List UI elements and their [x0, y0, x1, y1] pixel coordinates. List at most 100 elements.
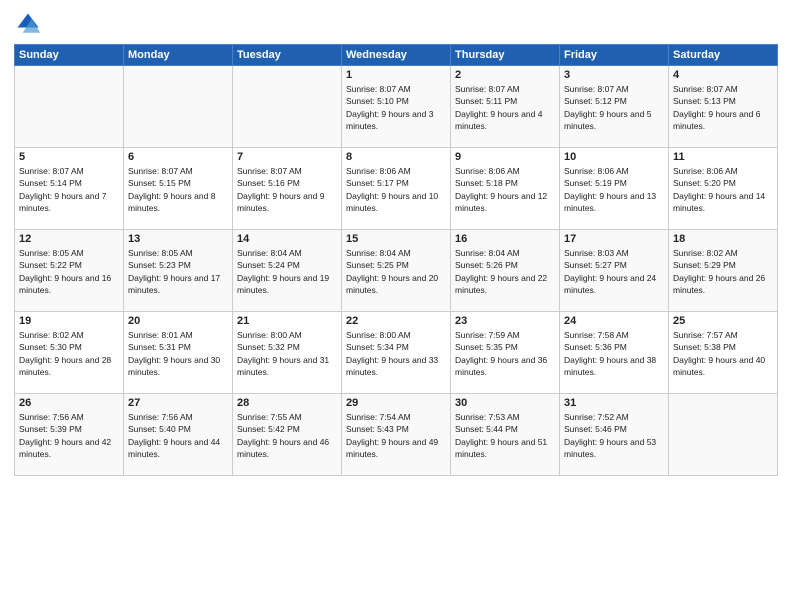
- day-info: Sunrise: 7:57 AMSunset: 5:38 PMDaylight:…: [673, 329, 773, 378]
- day-info: Sunrise: 7:54 AMSunset: 5:43 PMDaylight:…: [346, 411, 446, 460]
- calendar-cell: 24 Sunrise: 7:58 AMSunset: 5:36 PMDayligh…: [560, 312, 669, 394]
- day-number: 24: [564, 315, 664, 327]
- day-number: 26: [19, 397, 119, 409]
- calendar-cell: 16 Sunrise: 8:04 AMSunset: 5:26 PMDayligh…: [451, 230, 560, 312]
- calendar-cell: [15, 66, 124, 148]
- day-info: Sunrise: 8:07 AMSunset: 5:12 PMDaylight:…: [564, 83, 664, 132]
- calendar-cell: 31 Sunrise: 7:52 AMSunset: 5:46 PMDayligh…: [560, 394, 669, 476]
- day-number: 2: [455, 69, 555, 81]
- day-info: Sunrise: 8:02 AMSunset: 5:30 PMDaylight:…: [19, 329, 119, 378]
- weekday-header-tuesday: Tuesday: [233, 45, 342, 66]
- calendar-cell: 19Sunrise: 8:02 AMSunset: 5:30 PMDayligh…: [15, 312, 124, 394]
- day-info: Sunrise: 7:56 AMSunset: 5:40 PMDaylight:…: [128, 411, 228, 460]
- day-info: Sunrise: 8:07 AMSunset: 5:15 PMDaylight:…: [128, 165, 228, 214]
- weekday-row: SundayMondayTuesdayWednesdayThursdayFrid…: [15, 45, 778, 66]
- page: SundayMondayTuesdayWednesdayThursdayFrid…: [0, 0, 792, 612]
- calendar-cell: 4 Sunrise: 8:07 AMSunset: 5:13 PMDaylight…: [669, 66, 778, 148]
- calendar-week-4: 19Sunrise: 8:02 AMSunset: 5:30 PMDayligh…: [15, 312, 778, 394]
- weekday-header-wednesday: Wednesday: [342, 45, 451, 66]
- day-number: 11: [673, 151, 773, 163]
- calendar-cell: 11Sunrise: 8:06 AMSunset: 5:20 PMDayligh…: [669, 148, 778, 230]
- day-info: Sunrise: 8:00 AMSunset: 5:34 PMDaylight:…: [346, 329, 446, 378]
- day-number: 31: [564, 397, 664, 409]
- calendar-cell: 1 Sunrise: 8:07 AMSunset: 5:10 PMDaylight…: [342, 66, 451, 148]
- calendar-cell: 12Sunrise: 8:05 AMSunset: 5:22 PMDayligh…: [15, 230, 124, 312]
- day-number: 8: [346, 151, 446, 163]
- day-info: Sunrise: 8:07 AMSunset: 5:16 PMDaylight:…: [237, 165, 337, 214]
- day-info: Sunrise: 7:56 AMSunset: 5:39 PMDaylight:…: [19, 411, 119, 460]
- weekday-header-sunday: Sunday: [15, 45, 124, 66]
- day-info: Sunrise: 8:03 AMSunset: 5:27 PMDaylight:…: [564, 247, 664, 296]
- day-info: Sunrise: 8:04 AMSunset: 5:24 PMDaylight:…: [237, 247, 337, 296]
- calendar-cell: 14 Sunrise: 8:04 AMSunset: 5:24 PMDayligh…: [233, 230, 342, 312]
- header: [14, 10, 778, 38]
- day-info: Sunrise: 7:55 AMSunset: 5:42 PMDaylight:…: [237, 411, 337, 460]
- day-info: Sunrise: 8:06 AMSunset: 5:18 PMDaylight:…: [455, 165, 555, 214]
- calendar-cell: 2 Sunrise: 8:07 AMSunset: 5:11 PMDaylight…: [451, 66, 560, 148]
- calendar-cell: 3Sunrise: 8:07 AMSunset: 5:12 PMDaylight…: [560, 66, 669, 148]
- day-info: Sunrise: 7:53 AMSunset: 5:44 PMDaylight:…: [455, 411, 555, 460]
- calendar-cell: 27Sunrise: 7:56 AMSunset: 5:40 PMDayligh…: [124, 394, 233, 476]
- calendar-table: SundayMondayTuesdayWednesdayThursdayFrid…: [14, 44, 778, 476]
- calendar-cell: 20 Sunrise: 8:01 AMSunset: 5:31 PMDayligh…: [124, 312, 233, 394]
- day-number: 4: [673, 69, 773, 81]
- calendar-week-3: 12Sunrise: 8:05 AMSunset: 5:22 PMDayligh…: [15, 230, 778, 312]
- day-number: 25: [673, 315, 773, 327]
- calendar-cell: 23 Sunrise: 7:59 AMSunset: 5:35 PMDayligh…: [451, 312, 560, 394]
- day-number: 7: [237, 151, 337, 163]
- calendar-week-5: 26 Sunrise: 7:56 AMSunset: 5:39 PMDayligh…: [15, 394, 778, 476]
- calendar-cell: 10 Sunrise: 8:06 AMSunset: 5:19 PMDayligh…: [560, 148, 669, 230]
- day-info: Sunrise: 7:58 AMSunset: 5:36 PMDaylight:…: [564, 329, 664, 378]
- day-info: Sunrise: 8:00 AMSunset: 5:32 PMDaylight:…: [237, 329, 337, 378]
- calendar-cell: 13 Sunrise: 8:05 AMSunset: 5:23 PMDayligh…: [124, 230, 233, 312]
- day-info: Sunrise: 8:06 AMSunset: 5:17 PMDaylight:…: [346, 165, 446, 214]
- calendar-cell: 6 Sunrise: 8:07 AMSunset: 5:15 PMDaylight…: [124, 148, 233, 230]
- day-info: Sunrise: 8:01 AMSunset: 5:31 PMDaylight:…: [128, 329, 228, 378]
- day-number: 15: [346, 233, 446, 245]
- calendar-cell: [233, 66, 342, 148]
- day-info: Sunrise: 8:04 AMSunset: 5:25 PMDaylight:…: [346, 247, 446, 296]
- day-number: 21: [237, 315, 337, 327]
- day-info: Sunrise: 8:06 AMSunset: 5:19 PMDaylight:…: [564, 165, 664, 214]
- calendar-cell: [669, 394, 778, 476]
- day-info: Sunrise: 8:07 AMSunset: 5:10 PMDaylight:…: [346, 83, 446, 132]
- day-number: 30: [455, 397, 555, 409]
- calendar-cell: 9 Sunrise: 8:06 AMSunset: 5:18 PMDaylight…: [451, 148, 560, 230]
- calendar-cell: 17 Sunrise: 8:03 AMSunset: 5:27 PMDayligh…: [560, 230, 669, 312]
- weekday-header-thursday: Thursday: [451, 45, 560, 66]
- calendar-cell: 29 Sunrise: 7:54 AMSunset: 5:43 PMDayligh…: [342, 394, 451, 476]
- day-info: Sunrise: 7:52 AMSunset: 5:46 PMDaylight:…: [564, 411, 664, 460]
- day-number: 9: [455, 151, 555, 163]
- day-number: 13: [128, 233, 228, 245]
- day-number: 28: [237, 397, 337, 409]
- day-number: 14: [237, 233, 337, 245]
- day-number: 18: [673, 233, 773, 245]
- weekday-header-friday: Friday: [560, 45, 669, 66]
- calendar-cell: [124, 66, 233, 148]
- day-number: 6: [128, 151, 228, 163]
- day-number: 1: [346, 69, 446, 81]
- calendar-cell: 26 Sunrise: 7:56 AMSunset: 5:39 PMDayligh…: [15, 394, 124, 476]
- calendar-cell: 15 Sunrise: 8:04 AMSunset: 5:25 PMDayligh…: [342, 230, 451, 312]
- day-info: Sunrise: 8:07 AMSunset: 5:14 PMDaylight:…: [19, 165, 119, 214]
- day-info: Sunrise: 8:04 AMSunset: 5:26 PMDaylight:…: [455, 247, 555, 296]
- calendar-cell: 25 Sunrise: 7:57 AMSunset: 5:38 PMDayligh…: [669, 312, 778, 394]
- weekday-header-monday: Monday: [124, 45, 233, 66]
- logo: [14, 10, 46, 38]
- day-info: Sunrise: 8:07 AMSunset: 5:13 PMDaylight:…: [673, 83, 773, 132]
- day-number: 23: [455, 315, 555, 327]
- day-number: 12: [19, 233, 119, 245]
- day-number: 16: [455, 233, 555, 245]
- day-number: 17: [564, 233, 664, 245]
- day-info: Sunrise: 8:07 AMSunset: 5:11 PMDaylight:…: [455, 83, 555, 132]
- calendar-week-2: 5Sunrise: 8:07 AMSunset: 5:14 PMDaylight…: [15, 148, 778, 230]
- day-number: 20: [128, 315, 228, 327]
- calendar-cell: 8 Sunrise: 8:06 AMSunset: 5:17 PMDaylight…: [342, 148, 451, 230]
- day-number: 10: [564, 151, 664, 163]
- day-info: Sunrise: 7:59 AMSunset: 5:35 PMDaylight:…: [455, 329, 555, 378]
- day-number: 29: [346, 397, 446, 409]
- day-number: 22: [346, 315, 446, 327]
- day-info: Sunrise: 8:05 AMSunset: 5:23 PMDaylight:…: [128, 247, 228, 296]
- weekday-header-saturday: Saturday: [669, 45, 778, 66]
- calendar-cell: 21 Sunrise: 8:00 AMSunset: 5:32 PMDayligh…: [233, 312, 342, 394]
